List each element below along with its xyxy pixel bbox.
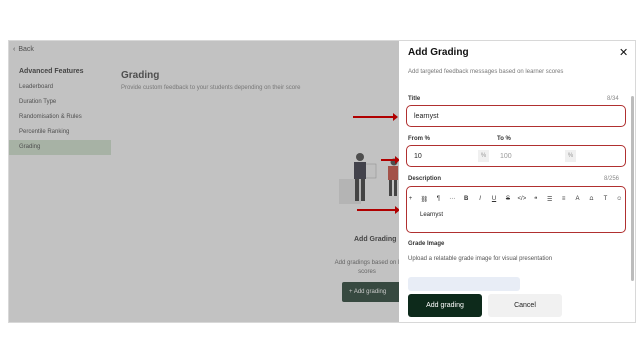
drawer-title: Add Grading: [408, 47, 469, 58]
to-input[interactable]: 100: [500, 153, 512, 160]
range-inputs: 10 % 100 %: [406, 145, 626, 167]
title-value: learnyst: [414, 113, 439, 120]
grade-image-label: Grade Image: [408, 241, 445, 247]
to-label: To %: [497, 136, 511, 142]
highlight-icon[interactable]: ⩍: [586, 196, 597, 203]
app-window: ‹ Back Advanced Features Leaderboard Dur…: [8, 40, 636, 323]
emoji-icon[interactable]: ☺: [614, 196, 625, 202]
grade-image-dropzone[interactable]: [408, 277, 520, 291]
close-icon[interactable]: ✕: [619, 46, 628, 59]
description-value: Learnyst: [420, 212, 444, 218]
from-percent-unit: %: [478, 150, 489, 162]
link-icon[interactable]: ⛓: [419, 196, 430, 203]
editor-toolbar: + ⛓ ¶ ··· B I U S </> ❝ ☰ ≡ A ⩍ T ☺: [405, 193, 625, 205]
drawer-subtitle: Add targeted feedback messages based on …: [408, 69, 564, 75]
quote-icon[interactable]: ❝: [530, 196, 541, 203]
code-icon[interactable]: </>: [516, 196, 527, 202]
annotation-arrow-title: [353, 113, 398, 121]
add-icon[interactable]: +: [405, 196, 416, 202]
font-size-icon[interactable]: T: [600, 196, 611, 202]
list-icon[interactable]: ☰: [544, 196, 555, 203]
description-label: Description: [408, 176, 442, 182]
annotation-arrow-description: [357, 206, 400, 214]
annotation-arrow-range: [381, 156, 400, 164]
bold-icon[interactable]: B: [461, 196, 472, 202]
description-counter: 8/256: [604, 176, 620, 182]
add-grading-button[interactable]: Add grading: [408, 294, 482, 317]
from-input[interactable]: 10: [414, 153, 422, 160]
underline-icon[interactable]: U: [489, 196, 500, 202]
paragraph-icon[interactable]: ¶: [433, 196, 444, 202]
grade-image-text: Upload a relatable grade image for visua…: [408, 256, 553, 262]
italic-icon[interactable]: I: [475, 196, 486, 202]
add-grading-drawer: Add Grading ✕ Add targeted feedback mess…: [399, 41, 635, 322]
title-input[interactable]: learnyst: [406, 105, 626, 127]
title-label: Title: [408, 96, 421, 102]
drawer-scrollbar[interactable]: [631, 96, 634, 281]
align-icon[interactable]: ≡: [558, 196, 569, 202]
cancel-button[interactable]: Cancel: [488, 294, 562, 317]
title-counter: 8/34: [607, 96, 619, 102]
more-icon[interactable]: ···: [447, 196, 458, 202]
from-label: From %: [408, 136, 431, 142]
strikethrough-icon[interactable]: S: [502, 196, 513, 202]
text-color-icon[interactable]: A: [572, 196, 583, 202]
modal-backdrop[interactable]: [9, 41, 399, 322]
to-percent-unit: %: [565, 150, 576, 162]
